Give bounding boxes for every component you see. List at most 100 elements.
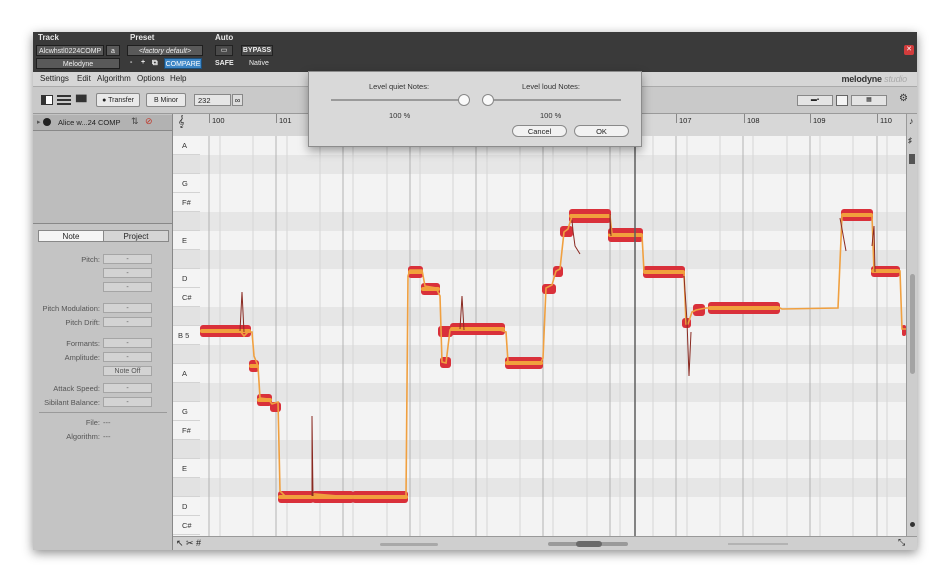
prop-field-pitch-2[interactable]: - — [103, 268, 152, 278]
compare-button[interactable]: COMPARE — [164, 58, 202, 69]
note-icon[interactable]: ♪ — [909, 116, 914, 126]
note-editor-grid[interactable] — [200, 136, 906, 536]
menu-algorithm[interactable]: Algorithm — [97, 74, 131, 83]
quiet-slider-thumb[interactable] — [458, 94, 470, 106]
beat-lines — [219, 136, 888, 536]
expand-icon[interactable]: ▸ — [37, 118, 41, 126]
track-record-icon[interactable] — [43, 118, 51, 126]
prop-field-pitch-modulation[interactable]: - — [103, 303, 152, 313]
horizontal-zoom-track[interactable] — [380, 543, 438, 546]
prop-field-sibilant-balance[interactable]: - — [103, 397, 152, 407]
key-row — [173, 345, 200, 364]
sharp-icon[interactable]: ♯ — [908, 136, 912, 145]
native-indicator: Native — [249, 60, 269, 67]
tool-main-icon[interactable] — [836, 95, 848, 106]
tool-pitch-icon[interactable]: ▬▪ — [797, 95, 833, 106]
prop-field-pitch-3[interactable]: - — [103, 282, 152, 292]
prop-field-amplitude[interactable]: - — [103, 352, 152, 362]
preset-copy-icon[interactable]: ⧉ — [152, 58, 158, 68]
track-suffix-selector[interactable]: a — [106, 45, 120, 56]
key-row: D — [173, 269, 200, 288]
bar-number: 101 — [279, 116, 292, 125]
preset-plus-button[interactable]: + — [141, 59, 145, 66]
tempo-field[interactable]: 232 — [194, 94, 231, 106]
tab-project[interactable]: Project — [103, 230, 169, 242]
horizontal-scroll-thumb[interactable] — [576, 541, 602, 547]
key-row: A — [173, 136, 200, 155]
prop-label-attack-speed: Attack Speed: — [53, 384, 100, 393]
safe-button[interactable]: SAFE — [215, 60, 234, 67]
hash-icon[interactable]: # — [196, 538, 201, 548]
transfer-label: Transfer — [108, 97, 134, 104]
bar-tick — [276, 114, 277, 123]
gear-icon[interactable]: ⚙ — [899, 93, 908, 104]
key-label: G — [182, 407, 188, 416]
bar-tick — [810, 114, 811, 123]
menu-help[interactable]: Help — [170, 74, 186, 83]
prop-field-note-off[interactable]: Note Off — [103, 366, 152, 376]
key-row — [173, 307, 200, 326]
pitch-lane[interactable]: A G F# E D C# B 5 A G F# E D C# — [173, 136, 201, 536]
bar-tick — [676, 114, 677, 123]
fit-icon[interactable]: ⤡ — [898, 537, 905, 548]
time-slider[interactable] — [728, 543, 788, 545]
key-row: D — [173, 497, 200, 516]
menu-options[interactable]: Options — [137, 74, 165, 83]
prop-label-amplitude: Amplitude: — [64, 353, 100, 362]
prop-field-pitch[interactable]: - — [103, 254, 152, 264]
track-row[interactable]: ▸ Alice w...24 COMP ⇅ ⊘ — [33, 115, 172, 131]
arrow-tool-icon[interactable]: ↖ — [176, 538, 184, 549]
note-editor-canvas — [200, 136, 906, 536]
key-row: F# — [173, 421, 200, 440]
divider — [39, 412, 167, 413]
prop-field-attack-speed[interactable]: - — [103, 383, 152, 393]
vertical-scroll-thumb[interactable] — [910, 274, 915, 374]
melodyne-logo: melodyne studio — [841, 74, 907, 84]
key-row: E — [173, 459, 200, 478]
quiet-slider-track[interactable] — [331, 99, 464, 101]
loud-slider-track[interactable] — [487, 99, 621, 101]
key-row: C# — [173, 288, 200, 307]
bypass-button[interactable]: BYPASS — [241, 45, 273, 56]
preset-selector[interactable]: <factory default> — [127, 45, 203, 56]
track-link-icon[interactable]: ⊘ — [145, 116, 153, 127]
file-label: File: — [85, 418, 100, 427]
menu-settings[interactable]: Settings — [40, 74, 69, 83]
mixer-icon[interactable]: ▮▮▮ — [75, 93, 87, 104]
plugin-header: Track Preset Auto Alcwhstl0224COMP a Mel… — [33, 32, 917, 72]
tempo-link-icon[interactable]: ∞ — [232, 94, 243, 106]
prop-label-pitch-drift: Pitch Drift: — [65, 318, 100, 327]
ok-button[interactable]: OK — [574, 125, 629, 137]
track-name-selector[interactable]: Alcwhstl0224COMP — [36, 45, 104, 56]
auto-label: Auto — [215, 33, 234, 42]
tool-grid-icon[interactable]: ▦ — [851, 95, 887, 106]
layout-single-icon[interactable] — [41, 95, 53, 105]
track-midi-icon[interactable]: ⇅ — [131, 116, 139, 127]
key-label: G — [182, 179, 188, 188]
prop-field-pitch-drift[interactable]: - — [103, 317, 152, 327]
key-row — [173, 212, 200, 231]
layout-list-icon[interactable] — [57, 94, 71, 106]
cancel-button[interactable]: Cancel — [512, 125, 567, 137]
preset-minus-button[interactable]: - — [130, 59, 132, 66]
prop-field-formants[interactable]: - — [103, 338, 152, 348]
vertical-zoom-handle[interactable] — [909, 154, 915, 164]
menu-edit[interactable]: Edit — [77, 74, 91, 83]
algorithm-value: --- — [103, 432, 111, 441]
tab-note[interactable]: Note — [38, 230, 104, 242]
scissors-icon[interactable]: ✂ — [186, 538, 194, 549]
automation-icon[interactable]: ▭ — [215, 45, 233, 56]
track-name: Alice w...24 COMP — [58, 118, 121, 127]
key-row: B 5 — [173, 326, 200, 345]
key-label: E — [182, 236, 188, 245]
plugin-selector[interactable]: Melodyne — [36, 58, 120, 69]
transfer-button[interactable]: ● Transfer — [96, 93, 140, 107]
vertical-scrollbar[interactable]: ♪ ♯ — [906, 114, 917, 536]
scale-key-button[interactable]: B Minor — [146, 93, 186, 107]
clef-icon[interactable]: 𝄞 — [178, 116, 185, 129]
loud-slider-thumb[interactable] — [482, 94, 494, 106]
close-icon[interactable]: ✕ — [904, 45, 914, 55]
prop-label-pitch-modulation: Pitch Modulation: — [42, 304, 100, 313]
vertical-zoom-dot[interactable] — [910, 522, 915, 527]
inspector-panel: ▸ Alice w...24 COMP ⇅ ⊘ Note Project Pit… — [33, 114, 173, 550]
